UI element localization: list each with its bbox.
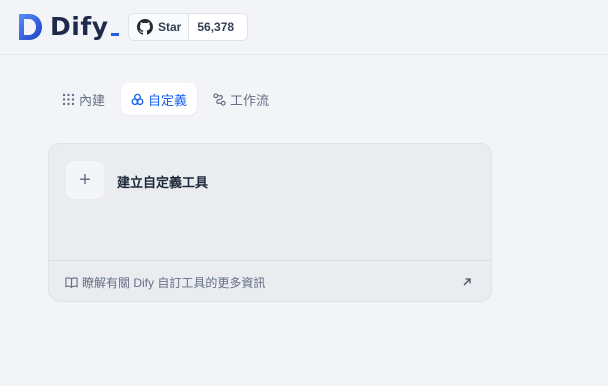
arrow-up-right-icon bbox=[463, 278, 471, 286]
book-icon bbox=[65, 276, 78, 288]
tab-builtin-label: 內建 bbox=[79, 92, 106, 108]
learn-more-link[interactable]: 瞭解有關 Dify 自訂工具的更多資訊 bbox=[49, 260, 491, 301]
grid-dots-icon bbox=[62, 93, 75, 105]
github-icon bbox=[137, 19, 153, 35]
custom-tools-icon bbox=[131, 93, 144, 105]
tab-custom[interactable]: 自定義 bbox=[121, 83, 198, 115]
tab-custom-label: 自定義 bbox=[148, 92, 188, 108]
github-star-label: Star bbox=[158, 20, 182, 34]
workflow-icon bbox=[213, 92, 226, 106]
dify-logo[interactable]: Dify bbox=[17, 13, 119, 41]
create-custom-tool-card[interactable]: + 建立自定義工具 瞭解有關 Dify 自訂工具的更多資訊 bbox=[48, 143, 492, 302]
learn-more-text: 瞭解有關 Dify 自訂工具的更多資訊 bbox=[82, 275, 266, 290]
github-star-button[interactable]: Star bbox=[129, 14, 190, 40]
tab-builtin[interactable]: 內建 bbox=[52, 83, 115, 115]
github-star-count[interactable]: 56,378 bbox=[189, 14, 242, 40]
github-star-widget[interactable]: Star 56,378 bbox=[128, 13, 248, 41]
tab-workflow[interactable]: 工作流 bbox=[203, 83, 279, 115]
plus-icon: + bbox=[66, 161, 104, 199]
top-header: Dify Star 56,378 bbox=[0, 0, 608, 55]
logo-cursor-mark bbox=[110, 33, 119, 36]
tool-category-tabs: 內建 自定義 工作流 bbox=[52, 83, 285, 115]
create-tool-area[interactable]: + 建立自定義工具 bbox=[49, 144, 491, 260]
tab-workflow-label: 工作流 bbox=[230, 92, 270, 108]
brand-name: Dify bbox=[50, 12, 109, 41]
dify-logo-icon bbox=[19, 14, 42, 40]
create-tool-title: 建立自定義工具 bbox=[117, 175, 209, 190]
